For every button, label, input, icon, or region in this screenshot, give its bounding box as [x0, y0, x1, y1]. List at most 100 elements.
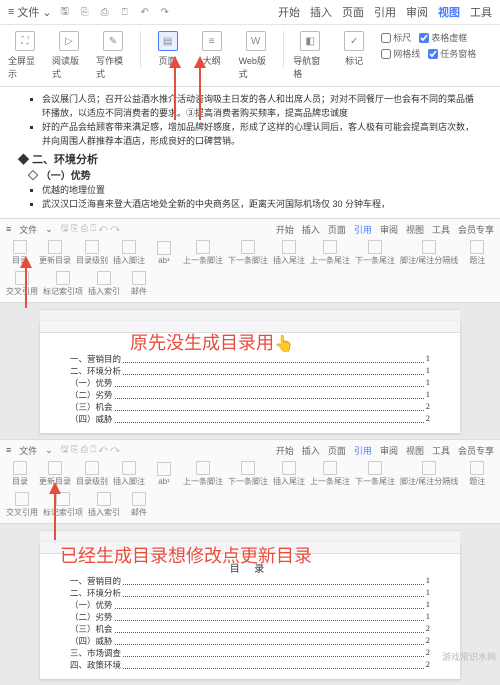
nav-pane-button[interactable]: ◧导航窗格: [293, 31, 327, 80]
ribbon-item[interactable]: 交叉引用: [6, 492, 38, 518]
task-pane-checkbox[interactable]: 任务窗格: [428, 47, 476, 60]
tab[interactable]: 会员专享: [458, 223, 494, 236]
ribbon-item[interactable]: 插入尾注: [273, 461, 305, 487]
file-menu-label[interactable]: 文件: [19, 223, 37, 236]
outline-button[interactable]: ≡大纲: [195, 31, 229, 67]
toc-entry[interactable]: （三）机会2: [70, 623, 430, 635]
tab[interactable]: 审阅: [380, 444, 398, 457]
file-menu-dropdown[interactable]: ≡ 文件 ⌄: [8, 4, 52, 20]
ribbon-item[interactable]: 插入尾注: [273, 240, 305, 266]
undo-icon[interactable]: ↶: [138, 5, 152, 19]
tab-page[interactable]: 页面: [342, 4, 364, 20]
ribbon-item[interactable]: 目录: [6, 461, 34, 487]
toc-entry[interactable]: 二、环境分析1: [70, 365, 430, 377]
tab[interactable]: 插入: [302, 444, 320, 457]
ribbon-item[interactable]: 插入脚注: [113, 461, 145, 487]
toc-entry[interactable]: 二、环境分析1: [70, 587, 430, 599]
toc-entry[interactable]: （三）机会2: [70, 401, 430, 413]
print-icon[interactable]: ⎙: [98, 5, 112, 19]
tab-tools[interactable]: 工具: [470, 4, 492, 20]
ribbon-item[interactable]: 题注: [463, 240, 491, 266]
tab-view[interactable]: 视图: [438, 4, 460, 20]
toc-entry[interactable]: 一、营销目的1: [70, 575, 430, 587]
tab-insert[interactable]: 插入: [310, 4, 332, 20]
ribbon-item[interactable]: 交叉引用: [6, 271, 38, 297]
page-view-button[interactable]: ▤页面: [151, 31, 185, 67]
preview-icon[interactable]: ⍞: [118, 5, 132, 19]
ribbon-item[interactable]: 下一条尾注: [355, 461, 395, 487]
toc-entry[interactable]: （一）优势1: [70, 599, 430, 611]
tab[interactable]: 开始: [276, 444, 294, 457]
fullscreen-button[interactable]: ⛶全屏显示: [8, 31, 42, 80]
file-menu-label[interactable]: 文件: [19, 444, 37, 457]
web-layout-button[interactable]: WWeb版式: [239, 31, 273, 80]
tool-label: 下一条尾注: [355, 255, 395, 266]
ribbon-item[interactable]: 插入脚注: [113, 240, 145, 266]
ribbon-item[interactable]: ab¹: [150, 462, 178, 486]
tab-reference[interactable]: 引用: [374, 4, 396, 20]
ribbon-item[interactable]: 邮件: [125, 492, 153, 518]
ribbon-item[interactable]: 脚注/尾注分隔线: [400, 240, 458, 266]
ribbon-item[interactable]: 上一条尾注: [310, 240, 350, 266]
ribbon-item[interactable]: 更新目录: [39, 240, 71, 266]
tab[interactable]: 工具: [432, 444, 450, 457]
save-icon[interactable]: 🖫: [58, 5, 72, 19]
toc-entry[interactable]: 三、市场调查2: [70, 647, 430, 659]
redo-icon[interactable]: ↷: [158, 5, 172, 19]
tab-review[interactable]: 审阅: [406, 4, 428, 20]
toc-entry[interactable]: （四）威胁2: [70, 635, 430, 647]
toc-entry[interactable]: （四）威胁2: [70, 413, 430, 425]
bullet-text: 会议展门人员；召开公益酒水推介活动咨询吸主日发的各人和出席人员；对对不同餐厅一也…: [42, 93, 482, 121]
toc-entry[interactable]: 四、政策环境2: [70, 659, 430, 671]
document-page[interactable]: 目 录 一、营销目的1二、环境分析1（一）优势1（二）劣势1（三）机会2（四）威…: [40, 542, 460, 679]
tab[interactable]: 开始: [276, 223, 294, 236]
sub-menu-tabs: ≡文件⌄ 🖫 ⎘ ⎙ ⍞ ↶ ↷ 开始 插入 页面 引用 审阅 视图 工具 会员…: [6, 442, 494, 458]
ribbon-item[interactable]: 插入索引: [88, 492, 120, 518]
ribbon-item[interactable]: 下一条脚注: [228, 240, 268, 266]
ribbon-item[interactable]: 更新目录: [39, 461, 71, 487]
tool-icon: [13, 461, 27, 475]
tab-reference-active[interactable]: 引用: [354, 444, 372, 457]
toc-entry[interactable]: （二）劣势1: [70, 611, 430, 623]
toc-entry[interactable]: 一、营销目的1: [70, 353, 430, 365]
ribbon-item[interactable]: 目录: [6, 240, 34, 266]
ribbon-item[interactable]: 下一条脚注: [228, 461, 268, 487]
ribbon-item[interactable]: 标记索引项: [43, 271, 83, 297]
ribbon-item[interactable]: 题注: [463, 461, 491, 487]
ribbon-item[interactable]: 插入索引: [88, 271, 120, 297]
ribbon-item[interactable]: 邮件: [125, 271, 153, 297]
tab[interactable]: 页面: [328, 223, 346, 236]
ribbon-item[interactable]: 上一条尾注: [310, 461, 350, 487]
tab[interactable]: 审阅: [380, 223, 398, 236]
tab[interactable]: 会员专享: [458, 444, 494, 457]
ribbon-item[interactable]: 下一条尾注: [355, 240, 395, 266]
tab[interactable]: 工具: [432, 223, 450, 236]
reading-layout-button[interactable]: ▷阅读版式: [52, 31, 86, 80]
markup-button[interactable]: ✓标记: [337, 31, 371, 67]
tab-reference-active[interactable]: 引用: [354, 223, 372, 236]
ribbon-item[interactable]: 上一条脚注: [183, 240, 223, 266]
tab[interactable]: 插入: [302, 223, 320, 236]
ribbon-item[interactable]: ab¹: [150, 241, 178, 265]
references-buttons: 目录更新目录目录级别插入脚注ab¹ 上一条脚注下一条脚注插入尾注上一条尾注下一条尾…: [6, 458, 494, 521]
document-page[interactable]: 一、营销目的1二、环境分析1（一）优势1（二）劣势1（三）机会2（四）威胁2: [40, 321, 460, 433]
ribbon-item[interactable]: 上一条脚注: [183, 461, 223, 487]
ribbon-item[interactable]: 标记索引项: [43, 492, 83, 518]
toc-entry[interactable]: （二）劣势1: [70, 389, 430, 401]
writing-mode-button[interactable]: ✎写作模式: [96, 31, 130, 80]
ruler-checkbox[interactable]: 标尺: [381, 31, 411, 44]
tab-start[interactable]: 开始: [278, 4, 300, 20]
tool-icon: [282, 240, 296, 254]
new-icon[interactable]: ⎘: [78, 5, 92, 19]
tool-label: 上一条脚注: [183, 476, 223, 487]
ribbon-item[interactable]: 脚注/尾注分隔线: [400, 461, 458, 487]
tab[interactable]: 视图: [406, 223, 424, 236]
gridlines-checkbox[interactable]: 网格线: [381, 47, 420, 60]
tab[interactable]: 视图: [406, 444, 424, 457]
toc-entry[interactable]: （一）优势1: [70, 377, 430, 389]
ribbon-item[interactable]: 目录级别: [76, 461, 108, 487]
ribbon-item[interactable]: 目录级别: [76, 240, 108, 266]
tool-icon: [97, 271, 111, 285]
tab[interactable]: 页面: [328, 444, 346, 457]
table-gridlines-checkbox[interactable]: 表格虚框: [419, 31, 467, 44]
